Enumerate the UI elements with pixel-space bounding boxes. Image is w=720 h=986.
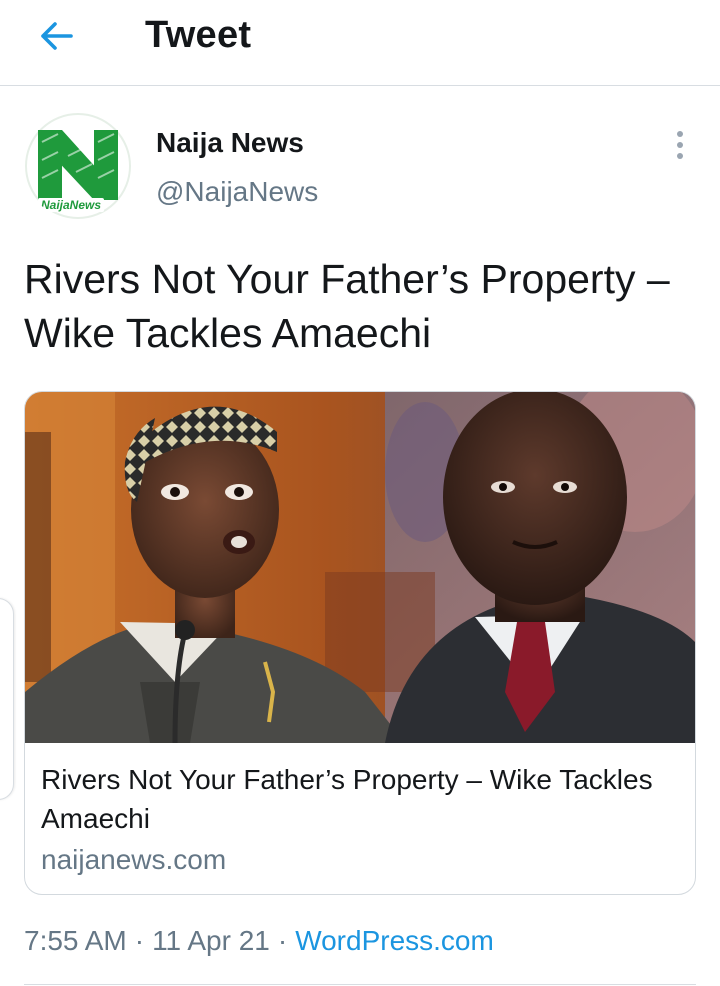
- tweet-text: Rivers Not Your Father’s Property – Wike…: [24, 256, 670, 356]
- author-avatar[interactable]: NaijaNews: [24, 112, 132, 220]
- card-domain: naijanews.com: [41, 844, 227, 875]
- divider: [24, 984, 696, 985]
- more-options-button[interactable]: [666, 128, 694, 162]
- naija-news-logo: NaijaNews: [24, 112, 132, 220]
- meta-separator: ·: [277, 925, 288, 956]
- edge-panel-handle[interactable]: [0, 598, 14, 800]
- link-preview-card[interactable]: Rivers Not Your Father’s Property – Wike…: [24, 391, 696, 895]
- tweet-date: 11 Apr 21: [152, 925, 270, 956]
- back-button[interactable]: [36, 16, 76, 56]
- top-app-bar: Tweet: [0, 0, 720, 86]
- author-name[interactable]: Naija News: [156, 127, 304, 159]
- page-title: Tweet: [145, 14, 252, 56]
- card-title: Rivers Not Your Father’s Property – Wike…: [41, 764, 653, 834]
- arrow-left-icon: [41, 22, 73, 50]
- author-handle[interactable]: @NaijaNews: [156, 176, 318, 208]
- card-image: [25, 392, 695, 743]
- tweet-source-link[interactable]: WordPress.com: [295, 925, 494, 956]
- tweet-time: 7:55 AM: [24, 925, 127, 956]
- card-photo: [25, 392, 695, 743]
- meta-separator: ·: [134, 925, 145, 956]
- svg-text:NaijaNews: NaijaNews: [41, 198, 101, 212]
- vertical-dots-icon: [677, 131, 683, 159]
- tweet-meta: 7:55 AM · 11 Apr 21 · WordPress.com: [24, 925, 494, 957]
